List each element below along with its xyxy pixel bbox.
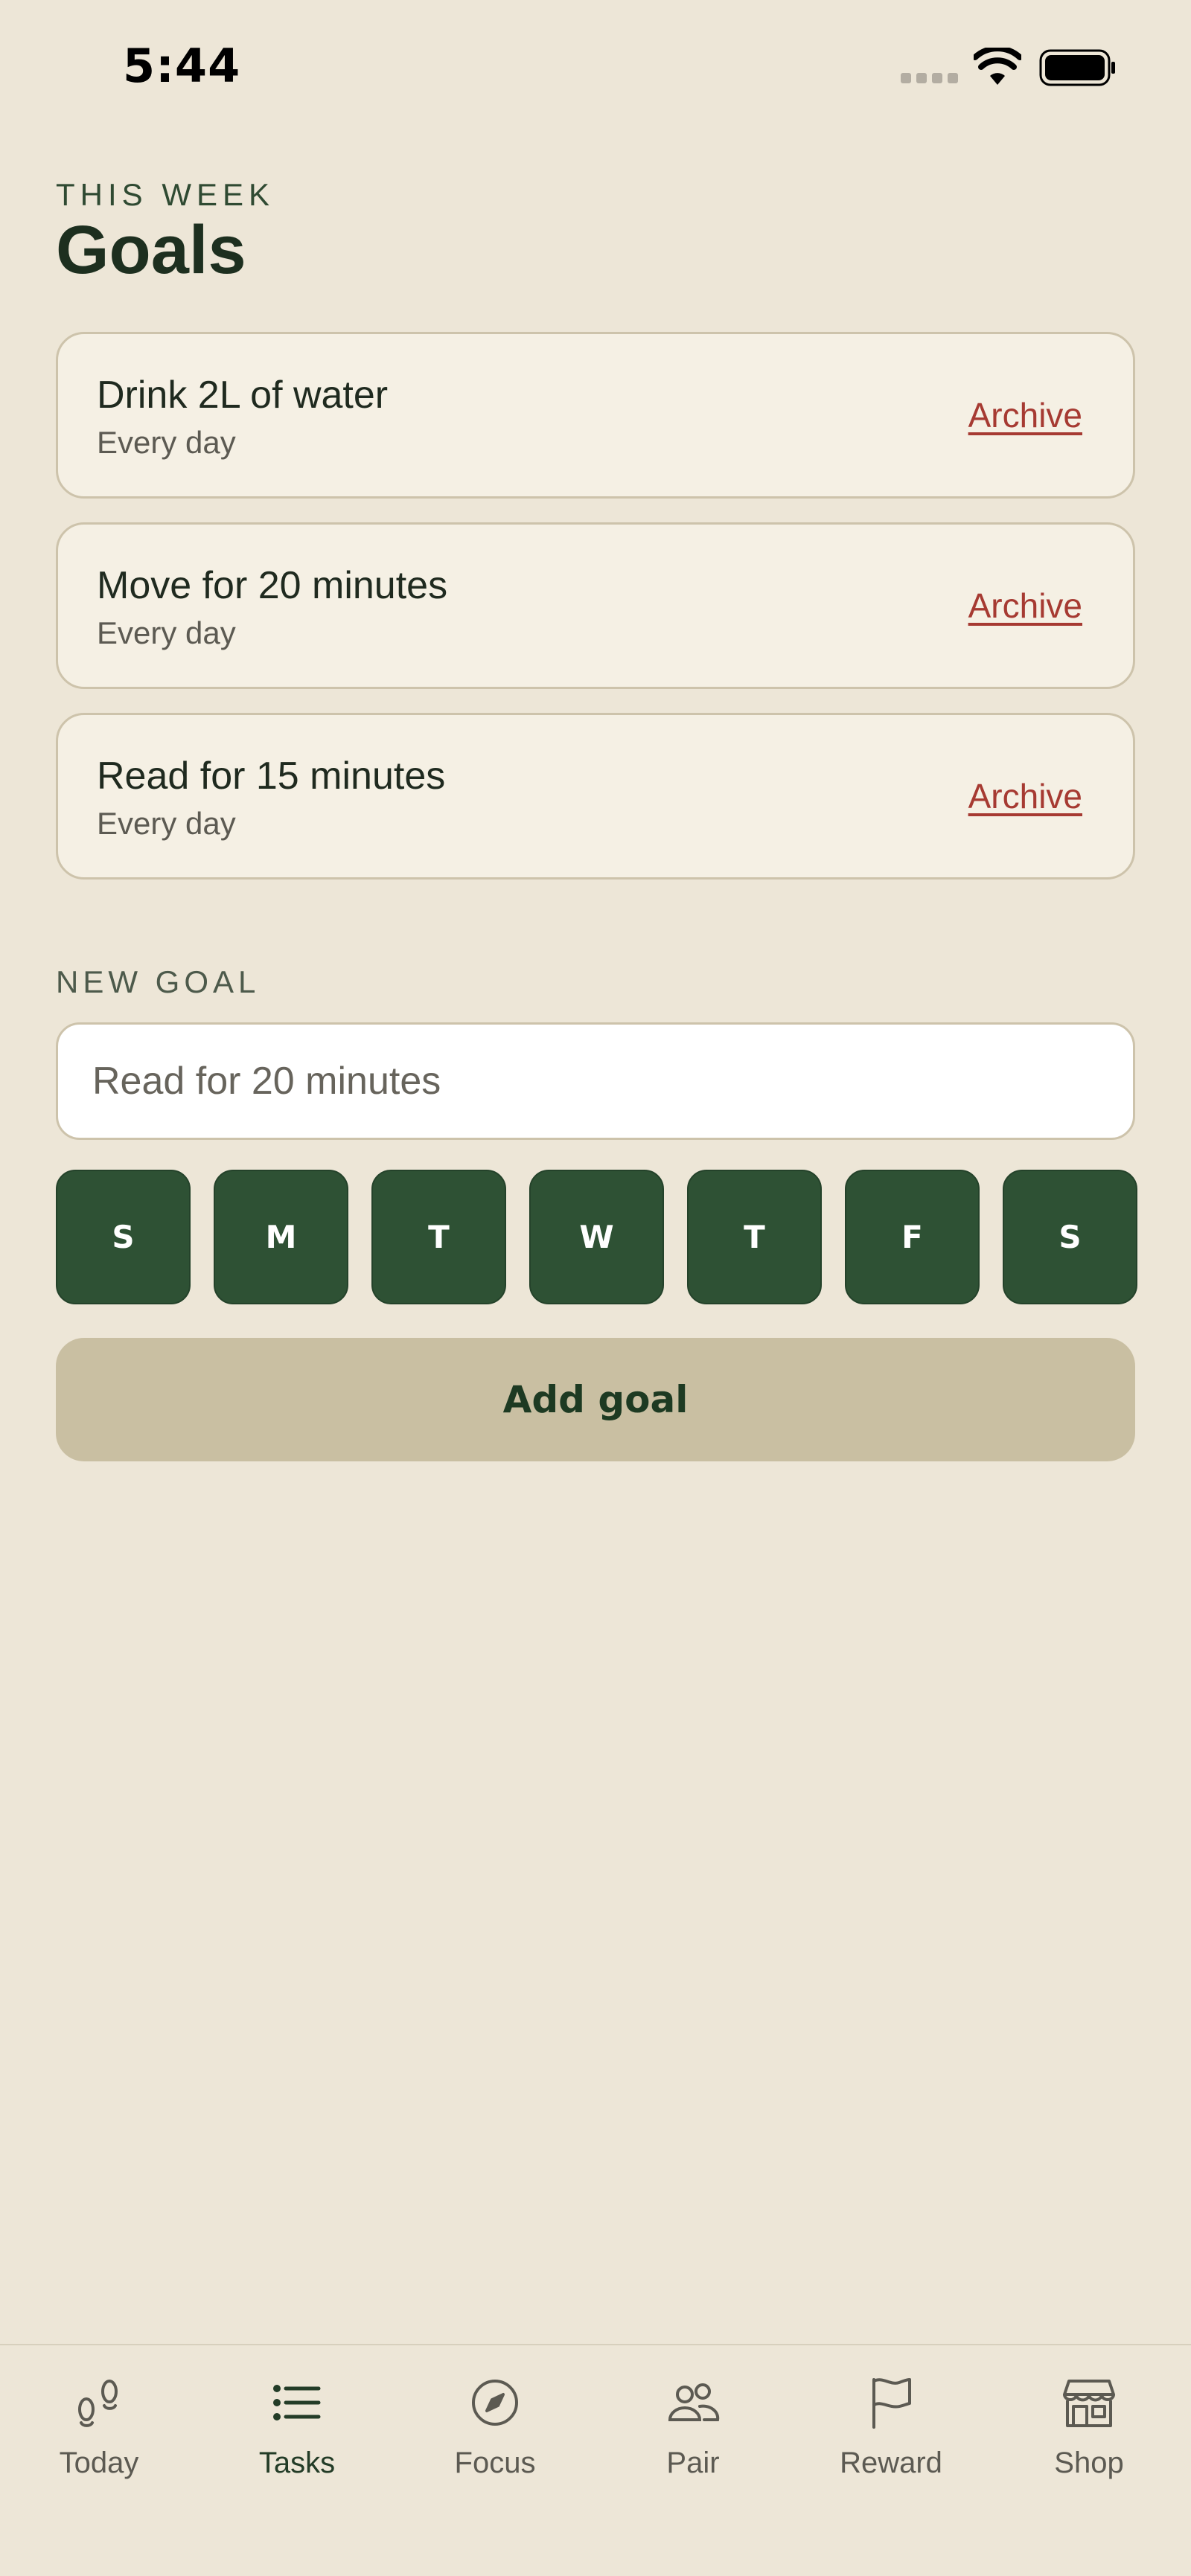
goal-card: Read for 15 minutes Every day Archive [56,713,1135,880]
archive-button[interactable]: Archive [968,586,1082,626]
day-toggle-friday[interactable]: F [845,1170,980,1304]
tab-label: Today [59,2447,139,2479]
list-icon [273,2385,321,2420]
storefront-icon [1063,2380,1115,2427]
tab-today[interactable]: Today [0,2372,198,2480]
goal-list: Drink 2L of water Every day Archive Move… [56,332,1135,903]
archive-button[interactable]: Archive [968,395,1082,435]
flag-icon [872,2378,911,2429]
day-toggle-sunday[interactable]: S [56,1170,191,1304]
goal-name: Move for 20 minutes [97,564,448,607]
tab-shop[interactable]: Shop [990,2372,1188,2480]
wifi-icon [974,48,1021,85]
status-time: 5:44 [123,39,241,93]
new-goal-label: NEW GOAL [56,964,261,999]
day-toggle-monday[interactable]: M [214,1170,348,1304]
people-icon [668,2383,720,2421]
goal-name: Drink 2L of water [97,374,389,417]
goal-frequency: Every day [97,615,236,650]
tab-bar: Today Tasks Focus Pair Reward Shop [0,2344,1191,2576]
new-goal-input[interactable] [56,1022,1135,1140]
tab-tasks[interactable]: Tasks [198,2372,396,2480]
add-goal-button[interactable]: Add goal [56,1338,1135,1461]
tab-label: Pair [666,2447,720,2479]
goal-frequency: Every day [97,425,236,460]
day-toggle-saturday[interactable]: S [1003,1170,1137,1304]
tab-pair[interactable]: Pair [594,2372,792,2480]
goal-card: Drink 2L of water Every day Archive [56,332,1135,499]
tab-label: Focus [454,2447,536,2479]
goals-screen: 5:44 THIS WEEK Goals Drink 2L of water E… [0,0,1191,2576]
day-toggle-wednesday[interactable]: W [529,1170,664,1304]
archive-button[interactable]: Archive [968,776,1082,816]
compass-icon [472,2380,518,2426]
goal-name: Read for 15 minutes [97,754,446,798]
battery-icon [1039,49,1115,86]
tab-label: Shop [1054,2447,1124,2479]
tab-reward[interactable]: Reward [792,2372,990,2480]
cellular-signal-icon [901,73,958,83]
tab-focus[interactable]: Focus [396,2372,594,2480]
goal-card: Move for 20 minutes Every day Archive [56,522,1135,689]
tab-label: Tasks [258,2447,336,2479]
day-toggle-thursday[interactable]: T [687,1170,822,1304]
section-eyebrow: THIS WEEK [56,177,275,212]
page-title: Goals [56,212,246,288]
weekday-selector: S M T W T F S [56,1170,1137,1304]
goal-frequency: Every day [97,806,236,841]
day-toggle-tuesday[interactable]: T [371,1170,506,1304]
footsteps-icon [78,2380,118,2427]
tab-label: Reward [840,2447,942,2479]
